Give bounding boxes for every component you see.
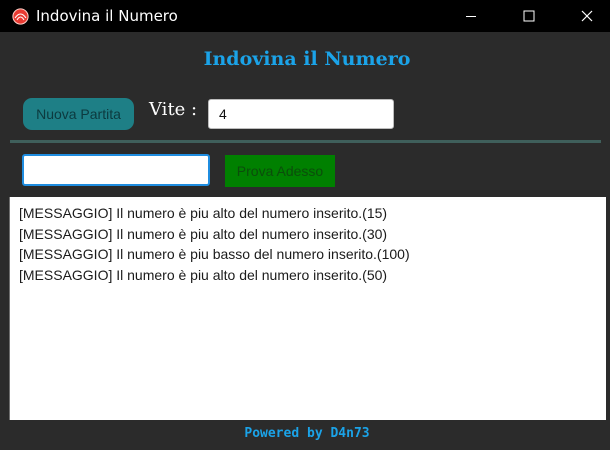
close-button[interactable] [564, 0, 610, 32]
title-bar: Indovina il Numero [0, 0, 610, 32]
try-now-button[interactable]: Prova Adesso [225, 155, 335, 187]
window-title: Indovina il Numero [36, 7, 178, 25]
guess-input[interactable] [22, 154, 210, 186]
footer-credit: Powered by D4n73 [244, 426, 370, 441]
page-title: Indovina il Numero [203, 48, 411, 70]
main-window: Indovina il Numero Nuova Partita Vite : … [0, 32, 610, 450]
lives-label: Vite : [149, 99, 198, 120]
maximize-icon [523, 10, 535, 22]
log-line: [MESSAGGIO] Il numero è piu alto del num… [19, 205, 388, 221]
maximize-button[interactable] [506, 0, 552, 32]
lives-field[interactable]: 4 [208, 99, 394, 129]
separator [10, 140, 601, 143]
new-game-button[interactable]: Nuova Partita [23, 98, 134, 130]
minimize-button[interactable] [448, 0, 494, 32]
close-icon [581, 10, 593, 22]
minimize-icon [466, 16, 476, 17]
app-icon [11, 7, 29, 25]
log-line: [MESSAGGIO] Il numero è piu alto del num… [19, 267, 388, 284]
log-line: [MESSAGGIO] Il numero è piu alto del num… [19, 225, 388, 242]
log-line: [MESSAGGIO] Il numero è piu basso del nu… [19, 246, 410, 263]
message-log[interactable]: [MESSAGGIO] Il numero è piu alto del num… [9, 197, 606, 420]
